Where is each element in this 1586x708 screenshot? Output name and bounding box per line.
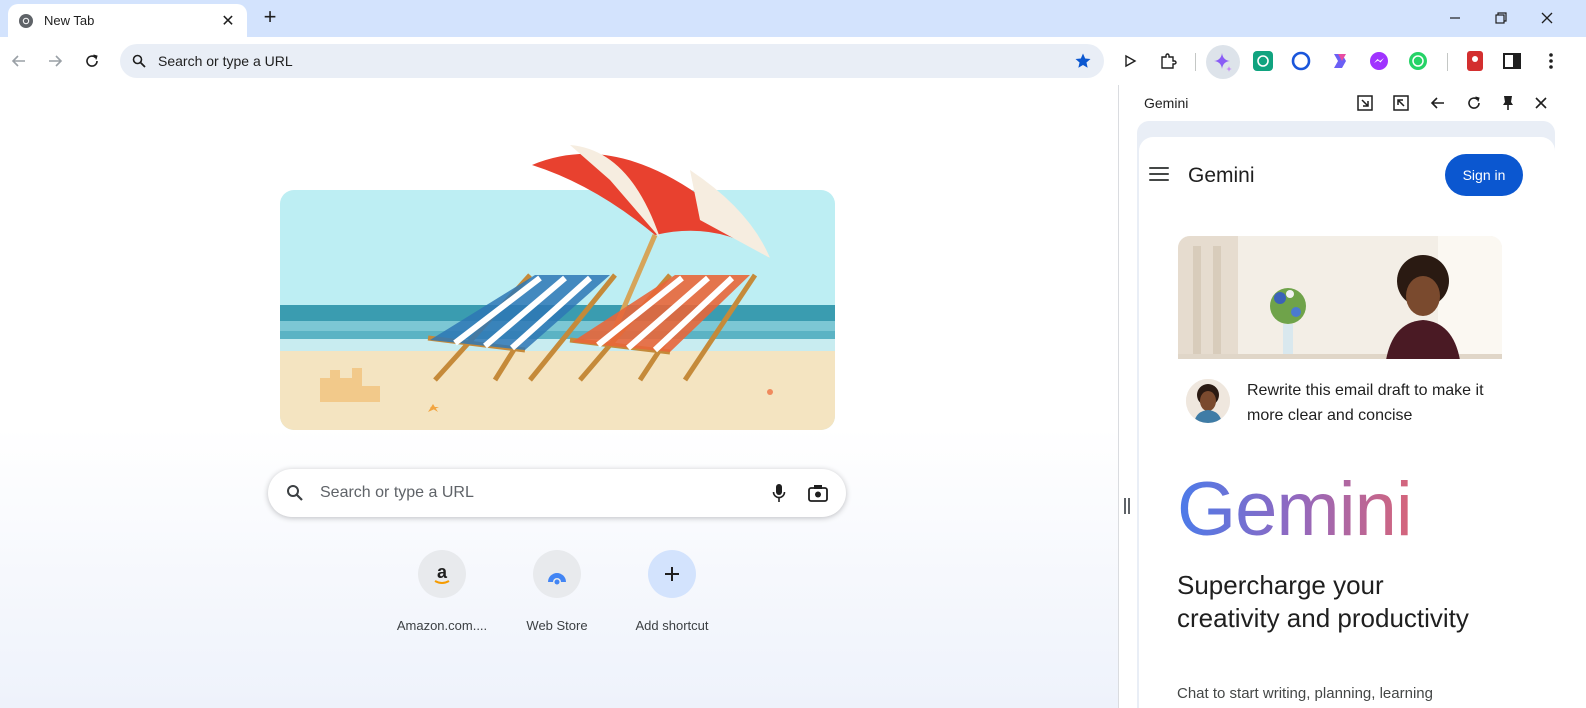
restore-button[interactable]	[1484, 6, 1518, 30]
hamburger-menu-icon[interactable]	[1149, 167, 1169, 183]
title-bar: New Tab ✕ +	[0, 0, 1586, 37]
plus-icon	[648, 550, 696, 598]
search-icon	[132, 54, 146, 68]
svg-text:a: a	[437, 562, 448, 582]
side-panel-resize-handle[interactable]	[1124, 498, 1132, 516]
gemini-button[interactable]	[1206, 45, 1240, 79]
minimize-icon	[1450, 17, 1460, 19]
side-panel-icon	[1503, 53, 1521, 69]
menu-button[interactable]	[1538, 48, 1564, 74]
messenger-icon	[1370, 52, 1388, 70]
bookmark-extension-icon	[1467, 51, 1483, 71]
tab-title: New Tab	[44, 13, 95, 28]
side-panel-header: Gemini	[1120, 85, 1586, 121]
forward-button[interactable]	[43, 49, 67, 73]
more-vert-icon	[1549, 53, 1553, 69]
ntp-search-placeholder: Search or type a URL	[320, 484, 474, 501]
copilot-icon	[1334, 54, 1346, 68]
gemini-logo-text: Gemini	[1177, 473, 1412, 552]
omnibox-text: Search or type a URL	[158, 53, 293, 69]
extensions-button[interactable]	[1155, 48, 1181, 74]
bookmark-star-icon[interactable]	[1074, 52, 1092, 70]
reload-icon	[1468, 96, 1480, 109]
forward-arrow-icon	[49, 55, 63, 67]
ntp-search-box[interactable]: Search or type a URL	[268, 469, 846, 517]
whatsapp-icon	[1409, 52, 1427, 70]
minimize-button[interactable]	[1438, 6, 1472, 30]
shortcut-label: Add shortcut	[635, 618, 709, 633]
chrome-icon	[19, 13, 33, 28]
microphone-icon[interactable]	[772, 483, 786, 503]
gemini-app-name: Gemini	[1188, 164, 1255, 187]
toolbar: Search or type a URL	[0, 37, 1586, 85]
open-in-new-tab-button[interactable]	[1354, 92, 1376, 114]
pop-out-button[interactable]	[1390, 92, 1412, 114]
pin-button[interactable]	[1497, 92, 1519, 114]
whatsapp-extension[interactable]	[1405, 48, 1431, 74]
close-icon	[1535, 97, 1547, 109]
toolbar-divider	[1195, 53, 1196, 71]
back-arrow-icon	[11, 55, 25, 67]
new-tab-page: Search or type a URL a Amazon.com.... We…	[0, 85, 1118, 708]
gemini-page: Gemini Sign in Rewrite this email draft …	[1139, 137, 1555, 708]
shortcut-amazon[interactable]: a Amazon.com....	[387, 550, 497, 633]
side-panel-reload-button[interactable]	[1463, 92, 1485, 114]
side-panel-title: Gemini	[1144, 95, 1189, 111]
gemini-subtext: Chat to start writing, planning, learnin…	[1177, 685, 1433, 702]
toolbar-divider-2	[1447, 53, 1448, 71]
search-icon	[287, 485, 303, 501]
tab-new-tab[interactable]: New Tab ✕	[8, 4, 247, 37]
cast-button[interactable]	[1117, 48, 1143, 74]
open-in-tab-icon	[1357, 95, 1373, 111]
side-panel-back-button[interactable]	[1427, 92, 1449, 114]
pin-icon	[1503, 96, 1513, 110]
new-tab-button[interactable]: +	[257, 5, 283, 31]
back-arrow-icon	[1430, 97, 1444, 109]
shortcut-web-store[interactable]: Web Store	[502, 550, 612, 633]
camera-icon[interactable]	[808, 484, 828, 502]
puzzle-icon	[1161, 53, 1177, 69]
omnibox[interactable]: Search or type a URL	[120, 44, 1104, 78]
reload-button[interactable]	[80, 49, 104, 73]
amazon-icon: a	[418, 550, 466, 598]
red-extension[interactable]	[1462, 48, 1488, 74]
shortcut-label: Web Store	[526, 618, 588, 633]
copilot-extension[interactable]	[1327, 48, 1353, 74]
close-window-button[interactable]	[1530, 6, 1564, 30]
reload-icon	[86, 54, 98, 67]
ring-icon	[1291, 51, 1311, 71]
shortcut-label: Amazon.com....	[396, 618, 488, 633]
tab-close-icon[interactable]: ✕	[219, 11, 237, 31]
promo-photo-image	[1178, 236, 1502, 360]
ring-extension[interactable]	[1288, 48, 1314, 74]
gemini-headline: Supercharge your creativity and producti…	[1177, 570, 1469, 633]
messenger-extension[interactable]	[1366, 48, 1392, 74]
chatgpt-icon	[1253, 51, 1273, 71]
prompt-suggestion-card[interactable]: Rewrite this email draft to make it more…	[1178, 359, 1504, 441]
media-icon	[1125, 54, 1137, 68]
prompt-text: Rewrite this email draft to make it more…	[1247, 382, 1484, 424]
side-panel-divider	[1118, 85, 1119, 708]
gemini-wordmark: Gemini	[1177, 473, 1413, 552]
pop-out-icon	[1393, 95, 1409, 111]
chatgpt-extension[interactable]	[1250, 48, 1276, 74]
restore-icon	[1495, 12, 1507, 24]
back-button[interactable]	[7, 49, 31, 73]
shortcut-add[interactable]: Add shortcut	[617, 550, 727, 633]
side-panel-button[interactable]	[1499, 48, 1525, 74]
avatar	[1186, 379, 1230, 423]
beach-doodle-image[interactable]	[280, 145, 835, 430]
side-panel-close-button[interactable]	[1530, 92, 1552, 114]
web-store-icon	[533, 550, 581, 598]
gemini-sparkle-icon	[1214, 53, 1232, 72]
close-icon	[1541, 12, 1553, 24]
sign-in-button[interactable]: Sign in	[1445, 154, 1523, 196]
